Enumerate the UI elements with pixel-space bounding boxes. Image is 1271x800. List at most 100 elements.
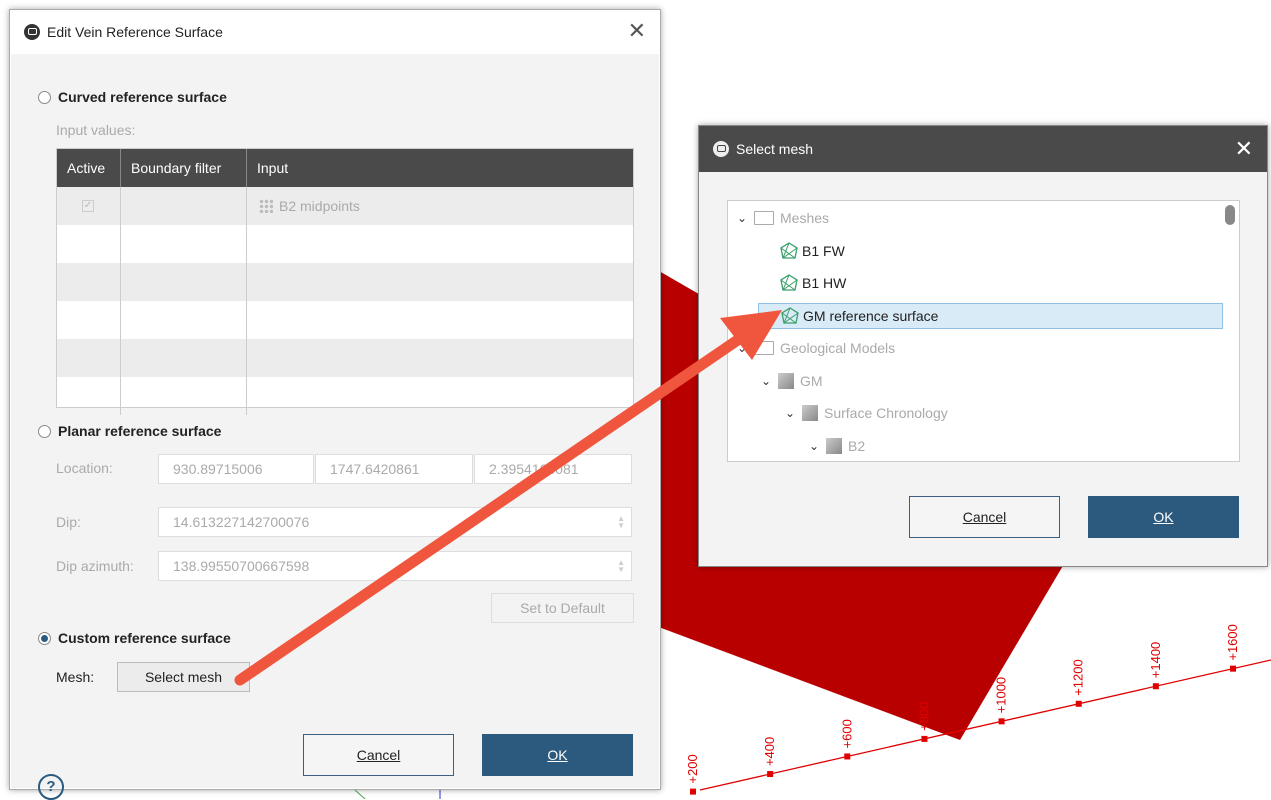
- dialog-titlebar: Edit Vein Reference Surface ✕: [10, 10, 660, 54]
- app-logo-icon: [713, 141, 729, 157]
- select-ok-button[interactable]: OK: [1088, 496, 1239, 538]
- tick-marker: [921, 735, 928, 742]
- dip-spinner-icon[interactable]: ▲ ▼: [617, 515, 625, 530]
- mesh-icon: [780, 274, 798, 291]
- select-cancel-button[interactable]: Cancel: [909, 496, 1060, 538]
- table-row: [57, 225, 633, 263]
- select-mesh-title: Select mesh: [736, 141, 814, 157]
- dip-azimuth-value: 138.99550700667598: [173, 558, 310, 574]
- mesh-icon: [781, 306, 799, 324]
- custom-surface-option[interactable]: Custom reference surface: [38, 630, 231, 646]
- planar-surface-option[interactable]: Planar reference surface: [38, 423, 221, 439]
- chevron-down-icon[interactable]: ⌄: [782, 406, 798, 420]
- dialog-body: Curved reference surface Input values: A…: [11, 54, 659, 800]
- mesh-icon: [780, 241, 798, 259]
- tree-item-label: Geological Models: [780, 340, 896, 356]
- select-mesh-button[interactable]: Select mesh: [117, 662, 250, 692]
- points-icon: [259, 199, 273, 213]
- tree-item-label: GM: [800, 372, 823, 389]
- curved-surface-option[interactable]: Curved reference surface: [38, 89, 227, 105]
- folder-icon: [754, 211, 774, 225]
- tree-item[interactable]: B1 HW: [758, 272, 846, 294]
- help-icon[interactable]: ?: [38, 774, 64, 800]
- close-icon[interactable]: ✕: [1235, 138, 1253, 160]
- table-row: [57, 301, 633, 339]
- tree-item-label: Surface Chronology: [824, 405, 948, 421]
- table-header: Active Boundary filter Input: [57, 149, 633, 187]
- tick-marker: [690, 788, 696, 795]
- set-to-default-button[interactable]: Set to Default: [491, 593, 634, 623]
- tree-item-label: Meshes: [780, 210, 830, 226]
- active-checkbox[interactable]: ✓: [82, 200, 94, 212]
- mesh-tree: ⌄ Meshes B1 FW B1 HW GM reference surface ⌄ Ge…: [727, 200, 1240, 462]
- tick-label: +400: [762, 737, 777, 766]
- edit-vein-reference-surface-dialog: Edit Vein Reference Surface ✕ Curved ref…: [9, 9, 661, 800]
- select-ok-label: OK: [1153, 509, 1174, 525]
- tick-label: +1000: [994, 677, 1009, 714]
- tick-label: +200: [685, 754, 700, 783]
- tree-item[interactable]: ⌄ Surface Chronology: [782, 402, 948, 424]
- curved-surface-label: Curved reference surface: [58, 89, 227, 105]
- custom-surface-radio[interactable]: [38, 631, 51, 645]
- tree-item[interactable]: ⌄ Meshes: [734, 207, 829, 229]
- dip-azimuth-field[interactable]: 138.99550700667598 ▲ ▼: [158, 551, 632, 581]
- cancel-label: Cancel: [356, 747, 401, 763]
- tick-marker: [1152, 683, 1159, 690]
- tick-label: +1400: [1148, 642, 1163, 679]
- tree-item-label: B1 HW: [802, 275, 847, 291]
- select-mesh-dialog: Select mesh ✕ ⌄ Meshes B1 FW B1 HW GM refere…: [698, 125, 1268, 567]
- input-name: B2 midpoints: [279, 198, 360, 214]
- input-values-label: Input values:: [56, 122, 136, 138]
- folder-icon: [754, 341, 774, 355]
- tree-item[interactable]: GM reference surface: [758, 302, 1223, 329]
- chevron-down-icon[interactable]: ⌄: [758, 374, 774, 388]
- tree-item[interactable]: B1 FW: [758, 240, 845, 262]
- tick-marker: [998, 718, 1005, 725]
- tree-item-label: B2: [848, 437, 866, 454]
- chevron-down-icon[interactable]: ⌄: [806, 439, 822, 453]
- dialog-title: Edit Vein Reference Surface: [47, 24, 223, 40]
- custom-surface-label: Custom reference surface: [58, 630, 231, 646]
- boundary-filter-cell: [121, 187, 247, 225]
- location-z-field[interactable]: 2.3954166081: [474, 454, 632, 484]
- dip-field[interactable]: 14.613227142700076 ▲ ▼: [158, 507, 632, 537]
- tree-item[interactable]: ⌄ GM: [758, 370, 823, 392]
- tick-label: +800: [916, 702, 931, 731]
- select-mesh-titlebar: Select mesh ✕: [699, 126, 1267, 172]
- location-y-field[interactable]: 1747.6420861: [315, 454, 473, 484]
- curved-surface-radio[interactable]: [38, 90, 51, 104]
- tick-marker: [844, 753, 851, 760]
- planar-surface-radio[interactable]: [38, 424, 51, 438]
- close-icon[interactable]: ✕: [628, 20, 646, 42]
- tree-scrollbar[interactable]: [1225, 205, 1235, 225]
- inputs-table: Active Boundary filter Input ✓ B2 midpoi…: [56, 148, 634, 415]
- tree-item-label: B1 FW: [802, 242, 845, 259]
- chevron-down-icon[interactable]: ⌄: [734, 341, 750, 355]
- model-icon: [778, 372, 794, 389]
- planar-surface-label: Planar reference surface: [58, 423, 222, 439]
- dip-azimuth-spinner-icon[interactable]: ▲ ▼: [617, 559, 625, 574]
- col-boundary-header: Boundary filter: [121, 149, 247, 187]
- tick-label: +1200: [1071, 659, 1086, 696]
- tick-label: +1600: [1225, 624, 1240, 661]
- app-logo-icon: [24, 24, 40, 40]
- chevron-down-icon[interactable]: ⌄: [734, 211, 750, 225]
- table-row: [57, 339, 633, 377]
- surface-icon: [826, 437, 842, 454]
- dip-value: 14.613227142700076: [173, 514, 310, 530]
- location-label: Location:: [56, 460, 113, 476]
- select-cancel-label: Cancel: [962, 509, 1007, 525]
- ok-button[interactable]: OK: [482, 734, 633, 776]
- input-cell: B2 midpoints: [247, 187, 633, 225]
- table-row: [57, 263, 633, 301]
- ok-label: OK: [547, 747, 568, 763]
- location-x-field[interactable]: 930.89715006: [158, 454, 314, 484]
- table-row: ✓ B2 midpoints: [57, 187, 633, 225]
- col-input-header: Input: [257, 160, 289, 176]
- cancel-button[interactable]: Cancel: [303, 734, 454, 776]
- tick-marker: [1075, 700, 1082, 707]
- tick-marker: [1230, 665, 1236, 672]
- tree-item[interactable]: ⌄ B2: [806, 435, 865, 457]
- mesh-label: Mesh:: [56, 669, 95, 685]
- tree-item[interactable]: ⌄ Geological Models: [734, 337, 895, 359]
